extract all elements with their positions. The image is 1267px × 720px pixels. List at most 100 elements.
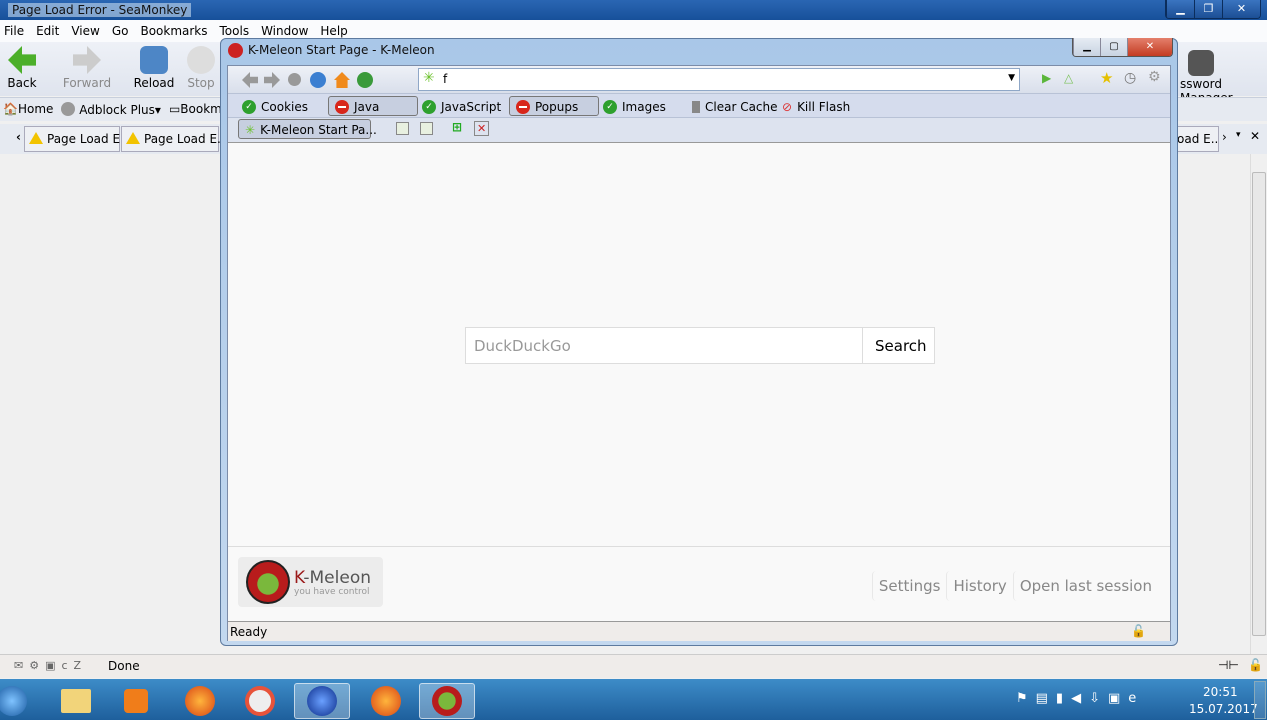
firefox-icon[interactable]: [172, 683, 228, 719]
menu-tools[interactable]: Tools: [220, 24, 250, 38]
vertical-scrollbar[interactable]: [1250, 154, 1267, 654]
up-icon[interactable]: △: [1064, 71, 1073, 85]
security-lock-icon: 🔓: [1248, 658, 1263, 672]
reload-button[interactable]: Reload: [129, 46, 179, 90]
search-input[interactable]: DuckDuckGo: [465, 327, 863, 364]
close-button[interactable]: ✕: [1222, 0, 1260, 18]
new-tab-icon[interactable]: ⊞: [452, 120, 462, 134]
seamonkey-title-bar: Page Load Error - SeaMonkey ▁ ❐ ✕: [0, 0, 1267, 20]
tab-list-icon[interactable]: ▾: [1236, 130, 1241, 140]
blocked-icon: [335, 100, 349, 114]
menu-help[interactable]: Help: [320, 24, 347, 38]
warning-icon: [126, 132, 140, 144]
settings-link[interactable]: Settings: [871, 571, 947, 601]
maximize-button[interactable]: ❐: [1194, 0, 1222, 18]
stop-icon[interactable]: [288, 73, 301, 86]
toggle-cookies[interactable]: ✓ Cookies: [236, 96, 314, 116]
taskbar: ⚑▤▮◀⇩▣e 20:51 15.07.2017: [0, 679, 1267, 720]
bookmark-home[interactable]: 🏠Home: [3, 102, 53, 117]
loading-spinner-icon: ✳: [245, 123, 256, 137]
status-text: Ready: [230, 625, 268, 639]
tab-page-load-error-2[interactable]: Page Load E...: [121, 126, 229, 152]
abp-icon: [61, 102, 76, 116]
go-icon[interactable]: ▶: [1042, 71, 1051, 85]
blocked-icon: [516, 100, 530, 114]
scroll-tabs-right-icon[interactable]: ›: [1222, 130, 1227, 144]
bookmark-adblock[interactable]: Adblock Plus▾: [61, 102, 161, 117]
firefox-icon[interactable]: [358, 683, 414, 719]
kmeleon-app-icon: [228, 43, 243, 58]
reload-icon[interactable]: [310, 72, 326, 88]
scroll-tabs-left-icon[interactable]: ‹: [16, 130, 21, 144]
kill-flash-button[interactable]: ⊘ Kill Flash: [776, 96, 856, 116]
component-bar-icons[interactable]: ✉⚙▣cZ: [14, 659, 87, 672]
start-page-footer: K-Meleon you have control Settings Histo…: [228, 546, 1170, 622]
close-tab-icon[interactable]: ✕: [1250, 129, 1260, 143]
back-icon[interactable]: [242, 72, 258, 88]
kmeleon-logo[interactable]: K-Meleon you have control: [238, 557, 383, 607]
lock-icon: [1188, 50, 1214, 76]
media-player-icon[interactable]: [108, 683, 164, 719]
forward-button[interactable]: Forward: [62, 46, 112, 90]
toggle-java[interactable]: Java: [328, 96, 418, 116]
settings-gear-icon[interactable]: ⚙: [1148, 69, 1161, 85]
kmeleon-taskbar-icon[interactable]: [419, 683, 475, 719]
home-icon[interactable]: [334, 72, 350, 88]
open-last-session-link[interactable]: Open last session: [1012, 571, 1158, 601]
check-icon: ✓: [422, 100, 436, 114]
tab-kmeleon-start-page[interactable]: ✳ K-Meleon Start Pa...: [238, 119, 377, 139]
window-title: Page Load Error - SeaMonkey: [8, 3, 192, 17]
clock-date[interactable]: 15.07.2017: [1189, 702, 1258, 716]
globe-icon[interactable]: [357, 72, 373, 88]
back-arrow-icon: [8, 46, 36, 74]
start-button[interactable]: [0, 683, 36, 719]
menu-go[interactable]: Go: [112, 24, 129, 38]
url-input[interactable]: ✳ f ▼: [418, 68, 1020, 91]
kmeleon-minimize-button[interactable]: ▁: [1073, 38, 1100, 56]
clear-cache-button[interactable]: Clear Cache: [686, 96, 784, 116]
reload-icon: [140, 46, 168, 74]
stop-button[interactable]: Stop: [176, 46, 226, 90]
next-tab-icon[interactable]: [420, 122, 433, 135]
history-clock-icon[interactable]: ◷: [1124, 70, 1136, 86]
kmeleon-close-button[interactable]: ✕: [1127, 38, 1172, 56]
show-desktop-button[interactable]: [1254, 681, 1266, 719]
online-icon[interactable]: ⊣⊢: [1218, 658, 1239, 672]
seamonkey-status-bar: ✉⚙▣cZ Done ⊣⊢ 🔓: [0, 654, 1267, 678]
trash-icon: [692, 101, 700, 113]
toggle-javascript[interactable]: ✓ JavaScript: [416, 96, 507, 116]
security-lock-icon: 🔓: [1131, 624, 1146, 638]
status-text: Done: [108, 659, 140, 673]
close-tab-icon[interactable]: ✕: [474, 121, 490, 136]
history-link[interactable]: History: [946, 571, 1012, 601]
url-dropdown-icon[interactable]: ▼: [1008, 73, 1015, 83]
clock-time[interactable]: 20:51: [1203, 685, 1238, 699]
toggle-popups[interactable]: Popups: [509, 96, 599, 116]
tab-page-load-error-3[interactable]: oad E...: [1172, 126, 1219, 152]
menu-edit[interactable]: Edit: [36, 24, 59, 38]
kmeleon-title: K-Meleon Start Page - K-Meleon: [248, 43, 435, 57]
toggle-images[interactable]: ✓ Images: [597, 96, 672, 116]
menu-file[interactable]: File: [4, 24, 24, 38]
search-button[interactable]: Search: [863, 327, 935, 364]
bookmarks-star-icon[interactable]: ★: [1100, 69, 1113, 87]
kmeleon-tab-bar: ✳ K-Meleon Start Pa... ⊞ ✕: [228, 117, 1170, 142]
check-icon: ✓: [242, 100, 256, 114]
previous-tab-icon[interactable]: [396, 122, 409, 135]
menu-bookmarks[interactable]: Bookmarks: [140, 24, 207, 38]
menu-view[interactable]: View: [71, 24, 99, 38]
explorer-icon[interactable]: [48, 683, 104, 719]
kmeleon-nav-toolbar: ✳ f ▼ ▶ △ ★ ◷ ⚙: [228, 66, 1170, 93]
kmeleon-maximize-button[interactable]: ▢: [1100, 38, 1127, 56]
warning-icon: [29, 132, 43, 144]
app-icon[interactable]: [232, 683, 288, 719]
start-page: DuckDuckGo Search K-Meleon you have cont…: [228, 142, 1170, 621]
tab-page-load-error-1[interactable]: Page Load E...: [24, 126, 132, 152]
seamonkey-icon[interactable]: [294, 683, 350, 719]
back-button[interactable]: Back: [0, 46, 47, 90]
minimize-button[interactable]: ▁: [1166, 0, 1194, 18]
forward-icon[interactable]: [264, 72, 280, 88]
forward-arrow-icon: [73, 46, 101, 74]
menu-window[interactable]: Window: [261, 24, 308, 38]
system-tray-icons[interactable]: ⚑▤▮◀⇩▣e: [1016, 691, 1144, 706]
